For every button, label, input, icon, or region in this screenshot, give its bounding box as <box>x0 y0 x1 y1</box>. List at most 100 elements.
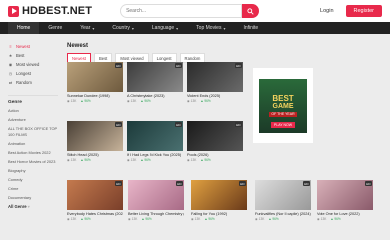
nav-item-top-movies[interactable]: Top Movies ▾ <box>187 22 234 34</box>
genre-link[interactable]: Action <box>8 108 58 114</box>
movie-title[interactable]: A Christmytake (2023) <box>127 94 183 98</box>
search-button[interactable] <box>242 4 260 18</box>
genre-link[interactable]: Comedy <box>8 177 58 183</box>
movie-thumbnail[interactable]: HD <box>128 180 184 210</box>
movie-card[interactable]: HD Funkvalifies (Nor Il caplie) (2024) ◉ 1… <box>255 180 311 221</box>
movie-thumbnail[interactable]: HD <box>317 180 373 210</box>
sidebar-item-random[interactable]: ⇄ Random <box>8 78 58 87</box>
nav-label: Genre <box>48 25 63 31</box>
movie-title[interactable]: Falling for You (1992) <box>191 212 247 216</box>
nav-item-year[interactable]: Year ▾ <box>71 22 103 34</box>
sidebar-item-longest[interactable]: ◷ Longest <box>8 69 58 78</box>
movie-title[interactable]: Stitch Head (2025) <box>67 153 123 157</box>
movie-thumbnail[interactable]: HD <box>127 121 183 151</box>
movie-thumbnail[interactable]: HD <box>191 180 247 210</box>
rating: 96% <box>145 216 152 221</box>
genre-link[interactable]: Crime <box>8 186 58 192</box>
genre-link[interactable]: ALL THE BOX OFFICE TOP 100 FILMS <box>8 126 58 137</box>
movie-thumbnail[interactable]: HD <box>67 180 123 210</box>
rating: 96% <box>84 98 91 103</box>
nav-item-infinite[interactable]: Infinite <box>234 22 267 34</box>
view-count: 13K <box>190 98 197 103</box>
quality-badge: HD <box>175 181 183 186</box>
chevron-down-icon: ▾ <box>223 25 226 31</box>
movie-thumbnail[interactable]: HD <box>187 121 243 151</box>
movie-title[interactable]: Pools (2026) <box>187 153 243 157</box>
genre-heading: Genre <box>8 95 58 105</box>
rating: 96% <box>204 98 211 103</box>
movie-card[interactable]: HD Falling for You (1992) ◉ 13K ▲ 96% <box>191 180 247 221</box>
quality-badge: HD <box>174 63 182 68</box>
genre-link[interactable]: Adventure <box>8 117 58 123</box>
movie-title[interactable]: Vote One for Love (2022) <box>317 212 373 216</box>
view-count: 13K <box>130 157 137 162</box>
rating: 96% <box>208 216 215 221</box>
genre-link[interactable]: Best Action Movies 2022 <box>8 150 58 156</box>
sidebar-item-label: Random <box>16 80 32 85</box>
movie-card[interactable]: HD Better Living Through Chemistry (2014)… <box>128 180 184 221</box>
site-logo[interactable]: HDBEST.NET <box>8 5 92 17</box>
chevron-down-icon: ▾ <box>92 25 95 31</box>
sidebar-item-newest[interactable]: ≡ Newest <box>8 42 58 51</box>
all-genres-link[interactable]: All Genre ▾ <box>8 204 58 209</box>
movie-thumbnail[interactable]: HD <box>67 62 123 92</box>
movie-card[interactable]: HD Sunnekar Dundee (1998) ◉ 13K ▲ 96% <box>67 62 123 103</box>
movie-card[interactable]: HD A Christmytake (2023) ◉ 13K ▲ 96% <box>127 62 183 103</box>
login-link[interactable]: Login <box>320 8 333 14</box>
sidebar-item-label: Most viewed <box>16 62 40 67</box>
ad-play-button[interactable]: PLAY NOW <box>270 121 296 128</box>
nav-item-home[interactable]: Home <box>8 22 40 34</box>
quality-badge: HD <box>302 181 310 186</box>
rating: 96% <box>144 98 151 103</box>
movie-card[interactable]: HD Violent Ends (2025) ◉ 13K ▲ 96% <box>187 62 243 103</box>
search-icon <box>247 7 254 15</box>
ad-banner[interactable]: BEST GAME OF THE YEAR PLAY NOW <box>253 68 313 143</box>
genre-link[interactable]: Animation <box>8 141 58 147</box>
movie-title[interactable]: Violent Ends (2025) <box>187 94 243 98</box>
nav-label: Top Movies <box>196 25 222 31</box>
nav-item-language[interactable]: Language ▾ <box>143 22 187 34</box>
movie-card[interactable]: HD Everybody Hates Christmas (2024) ◉ 13K ▲… <box>67 180 123 221</box>
view-count: 13K <box>70 216 77 221</box>
genre-link[interactable]: Biography <box>8 168 58 174</box>
movie-title[interactable]: Better Living Through Chemistry (2014) <box>128 212 184 216</box>
star-icon: ★ <box>8 53 13 58</box>
rating: 96% <box>144 157 151 162</box>
top-header: HDBEST.NET Login Register <box>0 0 390 22</box>
movie-meta: ◉ 13K ▲ 96% <box>187 158 243 162</box>
movie-title[interactable]: If I Had Legs I'd Kick You (2025) <box>127 153 183 157</box>
movie-thumbnail[interactable]: HD <box>187 62 243 92</box>
movie-title[interactable]: Funkvalifies (Nor Il caplie) (2024) <box>255 212 311 216</box>
movie-card[interactable]: HD Vote One for Love (2022) ◉ 13K ▲ 96% <box>317 180 373 221</box>
nav-item-country[interactable]: Country ▾ <box>103 22 143 34</box>
movie-thumbnail[interactable]: HD <box>127 62 183 92</box>
search-bar <box>120 4 260 18</box>
movie-meta: ◉ 13K ▲ 96% <box>191 217 247 221</box>
movie-card[interactable]: HD Stitch Head (2025) ◉ 13K ▲ 96% <box>67 121 123 162</box>
eye-icon: ◉ <box>8 62 13 67</box>
nav-item-genre[interactable]: Genre <box>39 22 71 34</box>
quality-badge: HD <box>114 63 122 68</box>
search-input[interactable] <box>120 4 243 18</box>
register-button[interactable]: Register <box>345 5 382 17</box>
movie-thumbnail[interactable]: HD <box>67 121 123 151</box>
view-count: 13K <box>258 216 265 221</box>
view-count: 13K <box>194 216 201 221</box>
movie-card[interactable]: HD If I Had Legs I'd Kick You (2025) ◉ 13K… <box>127 121 183 162</box>
movie-thumbnail[interactable]: HD <box>255 180 311 210</box>
movie-title[interactable]: Everybody Hates Christmas (2024) <box>67 212 123 216</box>
movie-card[interactable]: HD Pools (2026) ◉ 13K ▲ 96% <box>187 121 243 162</box>
movie-meta: ◉ 13K ▲ 96% <box>317 217 373 221</box>
chevron-down-icon: ▾ <box>176 25 179 31</box>
sidebar-item-most-viewed[interactable]: ◉ Most viewed <box>8 60 58 69</box>
quality-badge: HD <box>364 181 372 186</box>
rating: 96% <box>272 216 279 221</box>
movie-title[interactable]: Sunnekar Dundee (1998) <box>67 94 123 98</box>
view-count: 13K <box>131 216 138 221</box>
ad-line1: BEST <box>272 93 294 103</box>
view-count: 13K <box>70 98 77 103</box>
genre-link[interactable]: Best Horror Movies of 2023 <box>8 159 58 165</box>
sidebar-item-best[interactable]: ★ Best <box>8 51 58 60</box>
view-count: 13K <box>320 216 327 221</box>
genre-link[interactable]: Documentary <box>8 195 58 201</box>
